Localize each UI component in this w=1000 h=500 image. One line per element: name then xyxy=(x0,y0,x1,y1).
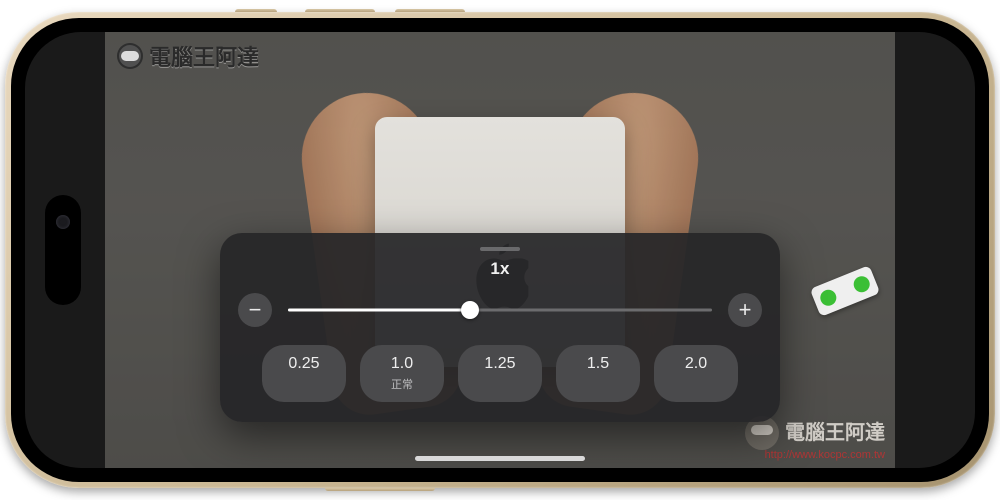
channel-avatar-icon xyxy=(117,43,143,69)
phone-frame: 電腦王阿達 電腦王阿達 http://www.kocpc.com.tw 1x xyxy=(5,12,995,488)
playback-speed-panel: 1x − + 0.251.0正 xyxy=(220,233,780,422)
speed-increase-button[interactable]: + xyxy=(728,293,762,327)
home-indicator[interactable] xyxy=(415,456,585,461)
speed-preset-1_0[interactable]: 1.0 正常 xyxy=(360,345,444,402)
speed-preset-1_5[interactable]: 1.5 xyxy=(556,345,640,402)
preset-value: 2.0 xyxy=(685,355,707,372)
speed-decrease-button[interactable]: − xyxy=(238,293,272,327)
speed-preset-row: 0.25 1.0 正常 1.25 1.5 2.0 xyxy=(238,345,762,402)
channel-url: http://www.kocpc.com.tw xyxy=(745,450,885,462)
preset-value: 0.25 xyxy=(288,355,319,372)
screen: 電腦王阿達 電腦王阿達 http://www.kocpc.com.tw 1x xyxy=(25,32,975,468)
speed-preset-1_25[interactable]: 1.25 xyxy=(458,345,542,402)
packaging-sticker xyxy=(810,265,881,317)
current-speed-label: 1x xyxy=(238,259,762,279)
speed-preset-2_0[interactable]: 2.0 xyxy=(654,345,738,402)
preset-value: 1.0 xyxy=(391,355,413,372)
speed-slider[interactable] xyxy=(288,300,712,320)
phone-volume-down-button xyxy=(395,9,465,12)
phone-volume-up-button xyxy=(305,9,375,12)
channel-name: 電腦王阿達 xyxy=(785,423,885,444)
sheet-grabber[interactable] xyxy=(480,247,520,251)
dynamic-island xyxy=(45,195,81,305)
slider-thumb[interactable] xyxy=(461,301,479,319)
preset-sublabel: 正常 xyxy=(360,376,444,392)
channel-name: 電腦王阿達 xyxy=(149,40,259,72)
phone-side-button xyxy=(325,488,435,491)
preset-value: 1.25 xyxy=(484,355,515,372)
slider-fill xyxy=(288,309,470,312)
plus-icon: + xyxy=(739,297,752,323)
preset-value: 1.5 xyxy=(587,355,609,372)
video-viewport[interactable]: 電腦王阿達 電腦王阿達 http://www.kocpc.com.tw 1x xyxy=(105,32,895,468)
minus-icon: − xyxy=(249,297,262,323)
speed-preset-0_25[interactable]: 0.25 xyxy=(262,345,346,402)
watermark-bottom-right: 電腦王阿達 http://www.kocpc.com.tw xyxy=(745,416,885,462)
watermark-top-left: 電腦王阿達 xyxy=(117,40,259,72)
phone-action-button xyxy=(235,9,277,12)
